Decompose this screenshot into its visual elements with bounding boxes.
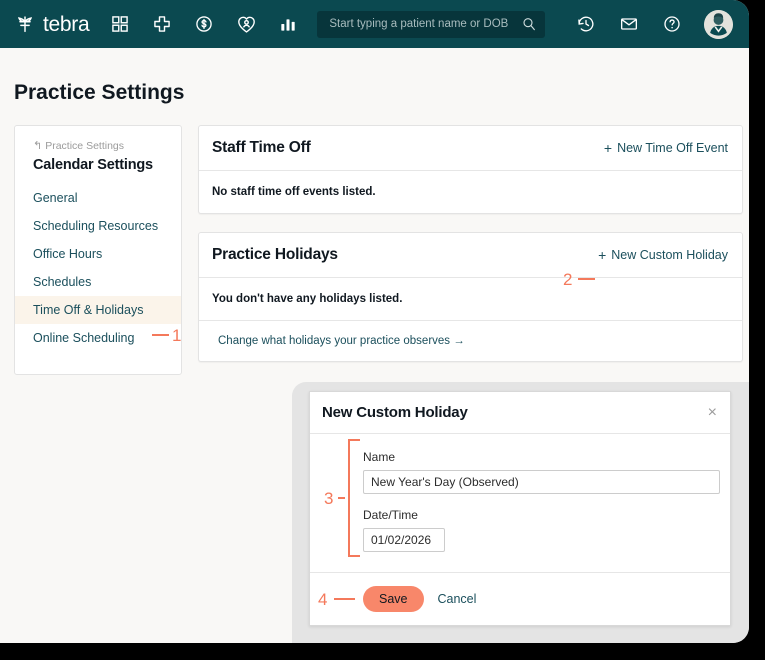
tebra-leaf-logo-icon — [14, 13, 36, 35]
breadcrumb[interactable]: ↰ Practice Settings — [15, 140, 181, 152]
avatar[interactable] — [704, 9, 733, 39]
page-title: Practice Settings — [14, 81, 185, 104]
history-clock-icon[interactable] — [575, 14, 596, 35]
new-time-off-event-action[interactable]: + New Time Off Event — [604, 141, 728, 155]
cancel-button[interactable]: Cancel — [438, 592, 477, 606]
sidebar-item-time-off-holidays[interactable]: Time Off & Holidays — [15, 296, 181, 324]
close-icon[interactable]: × — [708, 404, 717, 421]
brand-name: tebra — [43, 12, 90, 36]
name-field[interactable]: New Year's Day (Observed) — [363, 470, 720, 494]
screenshot-root: tebra Start typing a patient name or DOB… — [0, 0, 765, 660]
search-input[interactable] — [327, 17, 522, 31]
save-button[interactable]: Save — [363, 586, 424, 612]
patient-search-box[interactable] — [317, 10, 546, 38]
staff-time-off-header: Staff Time Off + New Time Off Event — [199, 126, 742, 171]
new-custom-holiday-action[interactable]: + New Custom Holiday — [598, 248, 728, 262]
staff-time-off-card: Staff Time Off + New Time Off Event No s… — [198, 125, 743, 214]
staff-time-off-empty-text: No staff time off events listed. — [212, 186, 376, 198]
top-navigation-bar: tebra — [0, 0, 749, 48]
tebra-logo[interactable]: tebra — [14, 12, 90, 36]
envelope-icon[interactable] — [618, 14, 639, 35]
sidebar-item-general[interactable]: General — [15, 184, 181, 212]
sidebar-menu: General Scheduling Resources Office Hour… — [15, 184, 181, 352]
browser-window: tebra Start typing a patient name or DOB… — [0, 0, 749, 643]
help-question-icon[interactable] — [661, 14, 682, 35]
date-field[interactable]: 01/02/2026 — [363, 528, 445, 552]
modal-header: New Custom Holiday × — [310, 392, 730, 434]
modal-footer: Save Cancel — [310, 572, 730, 625]
medical-cross-icon[interactable] — [151, 13, 173, 35]
main-column: Staff Time Off + New Time Off Event No s… — [198, 125, 743, 380]
new-custom-holiday-label: New Custom Holiday — [611, 248, 728, 262]
change-observed-holidays-link[interactable]: Change what holidays your practice obser… — [199, 320, 742, 361]
practice-holidays-title: Practice Holidays — [212, 246, 338, 263]
sidebar-heading: Calendar Settings — [33, 157, 153, 173]
staff-time-off-title: Staff Time Off — [212, 139, 311, 156]
sidebar-item-schedules[interactable]: Schedules — [15, 268, 181, 296]
practice-holidays-empty-text: You don't have any holidays listed. — [212, 293, 403, 305]
modal-title: New Custom Holiday — [322, 404, 468, 421]
field-spacer — [363, 494, 716, 508]
primary-nav-icons — [109, 13, 299, 35]
dashboard-grid-icon[interactable] — [109, 13, 131, 35]
search-icon[interactable] — [521, 16, 537, 32]
dollar-circle-icon[interactable] — [193, 13, 215, 35]
bar-chart-icon[interactable] — [277, 13, 299, 35]
plus-icon: + — [598, 247, 607, 263]
name-field-label: Name — [363, 450, 396, 464]
sidebar-item-online-scheduling[interactable]: Online Scheduling — [15, 324, 181, 352]
new-time-off-event-label: New Time Off Event — [617, 141, 728, 155]
patient-heart-icon[interactable] — [235, 13, 257, 35]
new-custom-holiday-modal: New Custom Holiday × Name New Year's Day… — [309, 391, 731, 626]
practice-holidays-card: Practice Holidays + New Custom Holiday Y… — [198, 232, 743, 362]
sidebar-item-scheduling-resources[interactable]: Scheduling Resources — [15, 212, 181, 240]
content-area: ↰ Practice Settings Calendar Settings Ge… — [14, 125, 749, 380]
back-arrow-icon: ↰ — [33, 139, 43, 152]
settings-sidebar: ↰ Practice Settings Calendar Settings Ge… — [14, 125, 182, 375]
practice-holidays-header: Practice Holidays + New Custom Holiday — [199, 233, 742, 278]
breadcrumb-label: Practice Settings — [45, 140, 125, 152]
plus-icon: + — [603, 140, 613, 156]
page-content: Practice Settings ↰ Practice Settings Ca… — [0, 81, 749, 380]
sidebar-item-office-hours[interactable]: Office Hours — [15, 240, 181, 268]
date-field-label: Date/Time — [363, 508, 418, 522]
modal-body: Name New Year's Day (Observed) Date/Time… — [310, 434, 730, 566]
secondary-nav-icons — [575, 9, 733, 39]
